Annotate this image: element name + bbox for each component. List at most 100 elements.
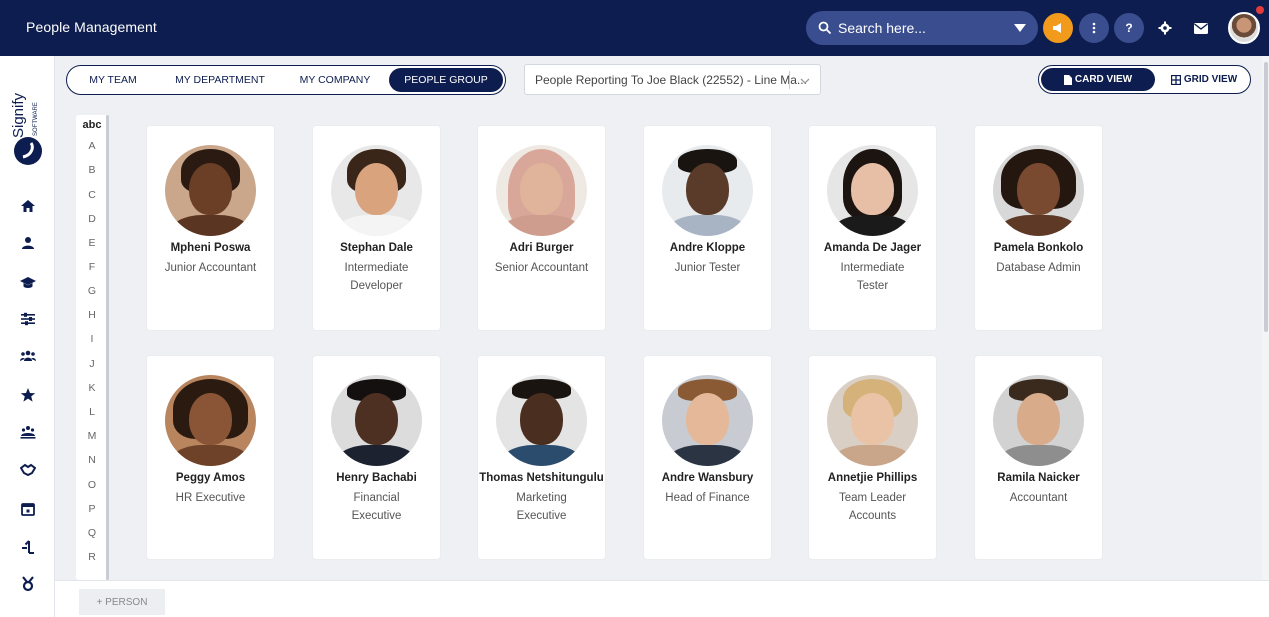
person-name: Andre Wansbury bbox=[661, 472, 754, 484]
person-title: Accountant bbox=[1009, 492, 1068, 504]
alphabet-letter[interactable]: J bbox=[76, 358, 108, 370]
person-name: Annetjie Phillips bbox=[827, 472, 918, 484]
person-photo bbox=[993, 375, 1084, 466]
calendar-icon[interactable] bbox=[20, 501, 36, 517]
help-icon[interactable]: ? bbox=[1114, 13, 1144, 43]
gear-icon[interactable] bbox=[1150, 13, 1180, 43]
person-card[interactable]: Thomas Netshitungulu Marketing Executive bbox=[478, 356, 605, 559]
person-title: Financial Executive bbox=[351, 492, 402, 522]
person-title: Intermediate Developer bbox=[344, 262, 409, 292]
person-name: Stephan Dale bbox=[340, 242, 413, 254]
person-card[interactable]: Ramila Naicker Accountant bbox=[975, 356, 1102, 559]
tab-my-department[interactable]: MY DEPARTMENT bbox=[159, 66, 281, 94]
person-name: Andre Kloppe bbox=[669, 242, 746, 254]
person-card[interactable]: Peggy Amos HR Executive bbox=[147, 356, 274, 559]
alphabet-letter[interactable]: H bbox=[76, 309, 108, 321]
reporting-line-select[interactable]: People Reporting To Joe Black (22552) - … bbox=[524, 64, 821, 95]
alphabet-letter[interactable]: G bbox=[76, 285, 108, 297]
scope-tabs: MY TEAM MY DEPARTMENT MY COMPANY PEOPLE … bbox=[66, 65, 506, 95]
person-name: Peggy Amos bbox=[175, 472, 246, 484]
person-photo bbox=[331, 145, 422, 236]
page-scrollbar-thumb[interactable] bbox=[1264, 62, 1268, 332]
group-icon[interactable] bbox=[20, 348, 36, 364]
transfer-icon[interactable] bbox=[20, 539, 36, 555]
person-card[interactable]: Stephan Dale Intermediate Developer bbox=[313, 126, 440, 330]
alphabet-letter[interactable]: D bbox=[76, 213, 108, 225]
alphabet-letter[interactable]: A bbox=[76, 140, 108, 152]
chevron-down-icon[interactable] bbox=[800, 76, 810, 86]
reporting-line-value: People Reporting To Joe Black (22552) - … bbox=[535, 72, 807, 87]
search-box[interactable]: Search here... bbox=[806, 11, 1038, 45]
person-name: Pamela Bonkolo bbox=[993, 242, 1084, 254]
alphabet-letter[interactable]: E bbox=[76, 237, 108, 249]
person-title: Junior Accountant bbox=[164, 262, 257, 274]
mail-icon[interactable] bbox=[1186, 13, 1216, 43]
person-card[interactable]: Andre Wansbury Head of Finance bbox=[644, 356, 771, 559]
footer-bar: + PERSON bbox=[55, 580, 1269, 617]
add-person-button[interactable]: + PERSON bbox=[79, 589, 165, 615]
person-title: Head of Finance bbox=[665, 492, 750, 504]
alphabet-scrollbar[interactable] bbox=[106, 115, 109, 580]
megaphone-icon[interactable] bbox=[1043, 13, 1073, 43]
tab-my-company[interactable]: MY COMPANY bbox=[281, 66, 389, 94]
person-photo bbox=[827, 375, 918, 466]
person-card[interactable]: Annetjie Phillips Team Leader Accounts bbox=[809, 356, 936, 559]
tab-people-group[interactable]: PEOPLE GROUP bbox=[389, 68, 503, 92]
handshake-icon[interactable] bbox=[20, 462, 36, 478]
person-title: Intermediate Tester bbox=[840, 262, 905, 292]
alphabet-letter[interactable]: K bbox=[76, 382, 108, 394]
person-name: Ramila Naicker bbox=[997, 472, 1080, 484]
sliders-icon[interactable] bbox=[20, 311, 36, 327]
person-photo bbox=[993, 145, 1084, 236]
svg-text:Signify: Signify bbox=[10, 92, 27, 138]
award-icon[interactable] bbox=[20, 576, 36, 592]
alphabet-letter[interactable]: M bbox=[76, 430, 108, 442]
search-placeholder: Search here... bbox=[838, 20, 926, 36]
more-vertical-icon[interactable] bbox=[1079, 13, 1109, 43]
org-icon[interactable] bbox=[20, 424, 36, 440]
home-icon[interactable] bbox=[20, 198, 36, 214]
person-card[interactable]: Pamela Bonkolo Database Admin bbox=[975, 126, 1102, 330]
grid-view-label: GRID VIEW bbox=[1183, 74, 1238, 85]
person-photo bbox=[662, 145, 753, 236]
user-avatar[interactable] bbox=[1228, 12, 1260, 44]
card-view-label: CARD VIEW bbox=[1074, 74, 1133, 85]
top-bar: People Management Search here... ? bbox=[0, 0, 1269, 56]
alphabet-header[interactable]: abc bbox=[76, 119, 108, 131]
person-card[interactable]: Adri Burger Senior Accountant bbox=[478, 126, 605, 330]
notification-badge bbox=[1256, 6, 1264, 14]
person-photo bbox=[496, 375, 587, 466]
alphabet-letter[interactable]: F bbox=[76, 261, 108, 273]
svg-text:SOFTWARE: SOFTWARE bbox=[33, 102, 39, 136]
card-view-button[interactable]: CARD VIEW bbox=[1041, 68, 1155, 91]
alphabet-letter[interactable]: O bbox=[76, 479, 108, 491]
alphabet-letter[interactable]: N bbox=[76, 454, 108, 466]
graduation-cap-icon[interactable] bbox=[20, 275, 36, 291]
person-card[interactable]: Andre Kloppe Junior Tester bbox=[644, 126, 771, 330]
person-card[interactable]: Henry Bachabi Financial Executive bbox=[313, 356, 440, 559]
document-icon bbox=[1063, 74, 1072, 85]
person-name: Adri Burger bbox=[509, 242, 574, 254]
dropdown-separator bbox=[789, 71, 790, 89]
person-photo bbox=[662, 375, 753, 466]
person-name: Amanda De Jager bbox=[823, 242, 922, 254]
tab-my-team[interactable]: MY TEAM bbox=[67, 66, 159, 94]
app-title: People Management bbox=[26, 19, 157, 35]
person-card[interactable]: Amanda De Jager Intermediate Tester bbox=[809, 126, 936, 330]
signify-logo: Signify SOFTWARE bbox=[10, 92, 39, 138]
alphabet-letter[interactable]: R bbox=[76, 551, 108, 563]
person-name: Thomas Netshitungulu bbox=[479, 472, 604, 484]
alphabet-letter[interactable]: C bbox=[76, 189, 108, 201]
person-icon[interactable] bbox=[20, 235, 36, 251]
alphabet-letter[interactable]: I bbox=[76, 333, 108, 345]
person-name: Mpheni Poswa bbox=[170, 242, 251, 254]
star-icon[interactable] bbox=[20, 387, 36, 403]
search-filter-dropdown-icon[interactable] bbox=[1014, 24, 1026, 32]
grid-view-button[interactable]: GRID VIEW bbox=[1157, 68, 1251, 91]
alphabet-letter[interactable]: P bbox=[76, 503, 108, 515]
grid-icon bbox=[1170, 74, 1181, 85]
alphabet-letter[interactable]: B bbox=[76, 164, 108, 176]
person-card[interactable]: Mpheni Poswa Junior Accountant bbox=[147, 126, 274, 330]
alphabet-letter[interactable]: L bbox=[76, 406, 108, 418]
alphabet-letter[interactable]: Q bbox=[76, 527, 108, 539]
